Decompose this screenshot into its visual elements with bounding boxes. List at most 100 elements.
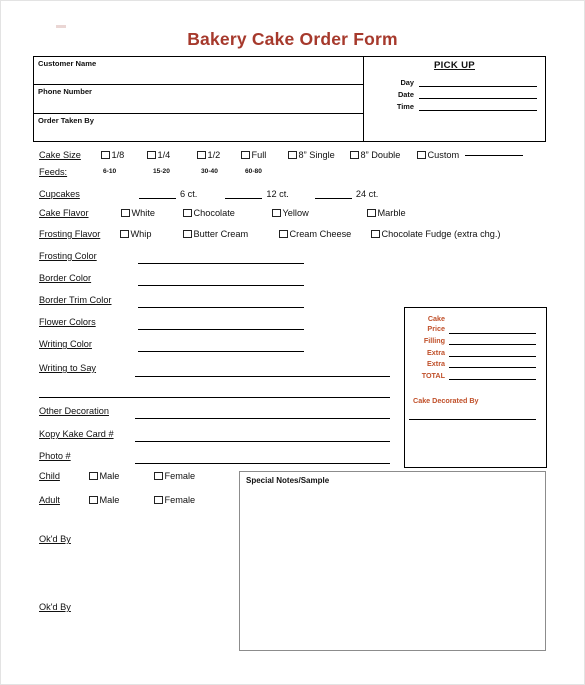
customer-fields: Customer Name Phone Number Order Taken B…: [34, 57, 364, 141]
price-box: Cake Price Filling Extra Extra TOTAL Cak…: [404, 307, 547, 468]
cake-decorated-by-input[interactable]: [409, 418, 536, 420]
checkbox-icon[interactable]: [183, 208, 192, 218]
pickup-input-time[interactable]: [419, 102, 537, 111]
pickup-title: PICK UP: [433, 60, 475, 71]
special-notes-box[interactable]: Special Notes/Sample: [239, 471, 546, 651]
border-color-input[interactable]: [138, 285, 304, 286]
cake-size-option-8-double[interactable]: 8” Double: [350, 150, 417, 160]
pickup-label-time: Time: [396, 102, 414, 111]
checkbox-icon[interactable]: [350, 150, 359, 160]
cake-size-option-label: Full: [251, 150, 267, 160]
checkbox-icon[interactable]: [120, 229, 129, 239]
frosting-flavor-option-chocolate-fudge[interactable]: Chocolate Fudge (extra chg.): [371, 229, 501, 239]
adult-option-female[interactable]: Female: [154, 495, 195, 505]
cake-flavor-options: White Chocolate Yellow Marble: [121, 208, 406, 218]
pickup-row-day: Day: [364, 78, 537, 87]
cake-size-option-1-8[interactable]: 1/8: [101, 150, 147, 160]
frosting-color-input[interactable]: [138, 263, 304, 264]
cupcakes-input-12[interactable]: [225, 198, 263, 199]
cake-size-option-label: 1/4: [157, 150, 171, 160]
price-input-cake-price[interactable]: [449, 325, 536, 334]
child-options: Male Female: [89, 471, 195, 481]
checkbox-icon[interactable]: [183, 229, 192, 239]
frosting-flavor-option-butter-cream[interactable]: Butter Cream: [183, 229, 279, 239]
okd-by-2[interactable]: Ok'd By: [39, 602, 71, 612]
okd-by-1[interactable]: Ok'd By: [39, 534, 71, 544]
flower-colors-input[interactable]: [138, 329, 304, 330]
cake-size-option-label: 8” Single: [298, 150, 335, 160]
cake-size-option-1-4[interactable]: 1/4: [147, 150, 197, 160]
feeds-values: 6-10 15-20 30-40 60-80: [103, 168, 262, 175]
other-decoration-input[interactable]: [135, 418, 390, 419]
price-input-extra-2[interactable]: [449, 359, 536, 368]
other-decoration-row: Other Decoration: [39, 406, 109, 416]
cake-flavor-option-label: Marble: [377, 208, 406, 218]
child-option-female[interactable]: Female: [154, 471, 195, 481]
price-input-extra-1[interactable]: [449, 348, 536, 357]
checkbox-icon[interactable]: [101, 150, 110, 160]
frosting-flavor-option-whip[interactable]: Whip: [120, 229, 183, 239]
checkbox-icon[interactable]: [241, 150, 250, 160]
cake-size-option-label: 8” Double: [360, 150, 401, 160]
photo-number-input[interactable]: [135, 463, 390, 464]
cupcakes-input-6[interactable]: [139, 198, 176, 199]
checkbox-icon[interactable]: [89, 495, 98, 505]
checkbox-icon[interactable]: [89, 471, 98, 481]
cake-size-option-1-2[interactable]: 1/2: [197, 150, 241, 160]
price-rows: Cake Price Filling Extra Extra TOTAL: [405, 314, 546, 380]
price-input-filling[interactable]: [449, 336, 536, 345]
field-phone-number[interactable]: Phone Number: [34, 85, 363, 114]
frosting-flavor-label: Frosting Flavor: [39, 229, 101, 239]
checkbox-icon[interactable]: [154, 495, 163, 505]
special-notes-label: Special Notes/Sample: [246, 476, 330, 485]
checkbox-icon[interactable]: [154, 471, 163, 481]
cake-flavor-option-white[interactable]: White: [121, 208, 183, 218]
writing-to-say-input-1[interactable]: [135, 376, 390, 377]
feeds-value-1-8: 6-10: [103, 168, 117, 175]
cake-flavor-option-chocolate[interactable]: Chocolate: [183, 208, 272, 218]
pickup-label-day: Day: [400, 78, 414, 87]
order-form-page: Bakery Cake Order Form Customer Name Pho…: [0, 0, 585, 685]
checkbox-icon[interactable]: [288, 150, 297, 160]
price-label-cake-price: Cake Price: [405, 314, 449, 334]
price-label-filling: Filling: [423, 336, 445, 345]
checkbox-icon[interactable]: [279, 229, 288, 239]
checkbox-icon[interactable]: [371, 229, 380, 239]
writing-to-say-input-2[interactable]: [39, 397, 390, 398]
checkbox-icon[interactable]: [147, 150, 156, 160]
cake-flavor-option-label: Chocolate: [193, 208, 235, 218]
pickup-input-date[interactable]: [419, 90, 537, 99]
frosting-flavor-option-cream-cheese[interactable]: Cream Cheese: [279, 229, 371, 239]
pickup-input-day[interactable]: [419, 78, 537, 87]
border-trim-color-input[interactable]: [138, 307, 304, 308]
cake-size-option-full[interactable]: Full: [241, 150, 288, 160]
price-input-total[interactable]: [449, 371, 536, 380]
adult-option-male[interactable]: Male: [89, 495, 154, 505]
field-customer-name[interactable]: Customer Name: [34, 57, 363, 86]
cake-flavor-option-marble[interactable]: Marble: [367, 208, 406, 218]
cake-size-option-custom[interactable]: Custom: [417, 150, 524, 160]
checkbox-icon[interactable]: [272, 208, 281, 218]
kopy-kake-card-input[interactable]: [135, 441, 390, 442]
price-row-extra-2: Extra: [405, 359, 546, 368]
checkbox-icon[interactable]: [197, 150, 206, 160]
border-color-label: Border Color: [39, 273, 92, 283]
child-option-male[interactable]: Male: [89, 471, 154, 481]
checkbox-icon[interactable]: [121, 208, 130, 218]
adult-options: Male Female: [89, 495, 195, 505]
cake-size-custom-input[interactable]: [465, 154, 524, 156]
cupcakes-counts: 6 ct. 12 ct. 24 ct.: [139, 189, 378, 199]
checkbox-icon[interactable]: [367, 208, 376, 218]
price-label-price: Price: [427, 324, 445, 333]
kopy-kake-card-label: Kopy Kake Card #: [39, 429, 114, 439]
writing-color-input[interactable]: [138, 351, 304, 352]
frosting-flavor-option-label: Butter Cream: [193, 229, 249, 239]
adult-row: Adult: [39, 495, 60, 505]
cake-flavor-option-yellow[interactable]: Yellow: [272, 208, 367, 218]
field-order-taken-by[interactable]: Order Taken By: [34, 114, 363, 141]
cupcakes-input-24[interactable]: [314, 198, 352, 199]
checkbox-icon[interactable]: [417, 150, 426, 160]
adult-option-label: Male: [99, 495, 120, 505]
cake-size-option-8-single[interactable]: 8” Single: [288, 150, 350, 160]
cupcakes-count-12: 12 ct.: [266, 189, 289, 199]
